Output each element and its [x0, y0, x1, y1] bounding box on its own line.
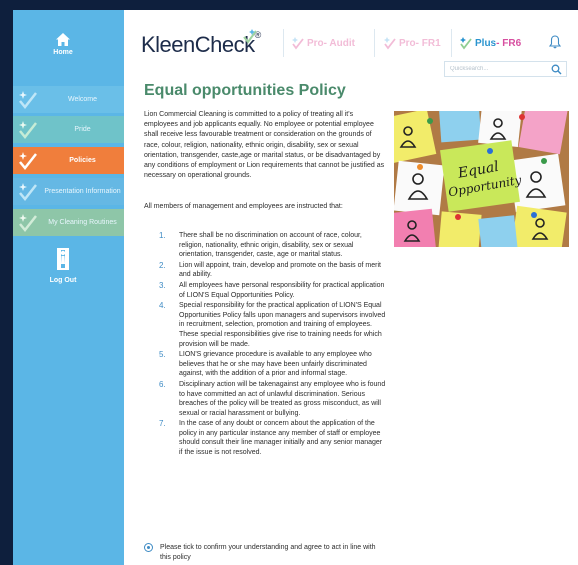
search-input[interactable] — [450, 63, 545, 75]
tab-plus-fr6[interactable]: Plus - FR6 — [459, 32, 521, 54]
tab-pro-fr1[interactable]: Pro - FR1 — [383, 32, 441, 54]
sidebar-item-label: Pride — [74, 125, 91, 133]
tab-divider — [283, 29, 284, 57]
point-number: 2. — [159, 260, 166, 270]
home-icon — [56, 33, 70, 46]
point-number: 5. — [159, 350, 166, 360]
point-number: 7. — [159, 419, 166, 429]
home-label: Home — [53, 49, 73, 56]
point-text: All employees have personal responsibili… — [179, 281, 385, 299]
tab-prefix: Pro — [399, 37, 416, 49]
sidebar-item-cleaning-routines[interactable]: My Cleaning Routines — [13, 209, 124, 236]
sidebar: Home Welcome Pride Policies Presentation… — [13, 10, 124, 565]
logout-button[interactable]: Log Out — [13, 247, 113, 284]
list-item: 5. LION'S grievance procedure is availabl… — [159, 350, 387, 379]
sidebar-item-label: Welcome — [67, 95, 98, 103]
logout-label: Log Out — [49, 277, 77, 284]
logo-sparkle-icon — [243, 29, 257, 44]
point-number: 6. — [159, 379, 166, 389]
page-title: Equal opportunities Policy — [144, 82, 346, 99]
tab-suffix: - Audit — [323, 37, 355, 49]
confirm-policy: Please tick to confirm your understandin… — [144, 542, 389, 564]
sparkle-tick-icon — [460, 37, 472, 50]
tab-suffix: - FR6 — [496, 37, 522, 49]
sidebar-item-presentation[interactable]: Presentation Information — [13, 178, 124, 205]
list-item: 3. All employees have personal responsibi… — [159, 281, 387, 300]
sidebar-item-welcome[interactable]: Welcome — [13, 86, 124, 113]
sparkle-tick-icon — [19, 152, 37, 170]
point-number: 4. — [159, 301, 166, 311]
list-item: 2. Lion will appoint, train, develop and … — [159, 261, 387, 280]
search-icon[interactable] — [551, 64, 562, 75]
point-text: Disciplinary action will be takenagainst… — [179, 380, 386, 417]
bell-icon[interactable] — [549, 35, 561, 49]
sparkle-tick-icon — [384, 37, 396, 50]
point-text: There shall be no discrimination on acco… — [179, 232, 362, 259]
logo-text: KleenCheck — [141, 32, 255, 57]
tab-divider — [374, 29, 375, 57]
app-frame: Home Welcome Pride Policies Presentation… — [13, 10, 578, 565]
policy-points: 1. There shall be no discrimination on ac… — [159, 231, 387, 459]
point-text: Lion will appoint, train, develop and pr… — [179, 261, 381, 279]
confirm-label: Please tick to confirm your understandin… — [160, 544, 376, 561]
logout-icon — [57, 248, 69, 270]
sparkle-tick-icon — [19, 214, 37, 232]
point-text: Special responsibility for the practical… — [179, 302, 386, 348]
sparkle-tick-icon — [19, 91, 37, 109]
sparkle-tick-icon — [292, 37, 304, 50]
tab-prefix: Plus — [475, 37, 497, 49]
quicksearch — [444, 61, 567, 77]
sparkle-tick-icon — [19, 183, 37, 201]
home-button[interactable]: Home — [13, 32, 113, 56]
tab-prefix: Pro — [307, 37, 324, 49]
point-number: 3. — [159, 280, 166, 290]
list-item: 4. Special responsibility for the practic… — [159, 301, 387, 349]
tab-suffix: - FR1 — [415, 37, 441, 49]
list-item: 1. There shall be no discrimination on ac… — [159, 231, 387, 260]
list-item: 6. Disciplinary action will be takenagain… — [159, 380, 387, 418]
confirm-radio[interactable] — [144, 543, 153, 552]
tab-pro-audit[interactable]: Pro - Audit — [291, 32, 355, 54]
tab-divider — [451, 29, 452, 57]
sidebar-item-label: Presentation Information — [44, 187, 121, 195]
sidebar-item-label: My Cleaning Routines — [48, 218, 117, 226]
list-item: 7. In the case of any doubt or concern ab… — [159, 419, 387, 457]
policy-intro: Lion Commercial Cleaning is committed to… — [144, 111, 385, 180]
equal-opportunity-photo: Equal Opportunity — [394, 111, 569, 247]
point-text: LION'S grievance procedure is available … — [179, 351, 372, 378]
point-number: 1. — [159, 231, 166, 240]
sparkle-tick-icon — [19, 121, 37, 139]
sidebar-item-pride[interactable]: Pride — [13, 116, 124, 143]
sidebar-item-label: Policies — [69, 156, 96, 164]
point-text: In the case of any doubt or concern abou… — [179, 420, 383, 457]
members-intro: All members of management and employees … — [144, 203, 343, 210]
sidebar-item-policies[interactable]: Policies — [13, 147, 124, 174]
